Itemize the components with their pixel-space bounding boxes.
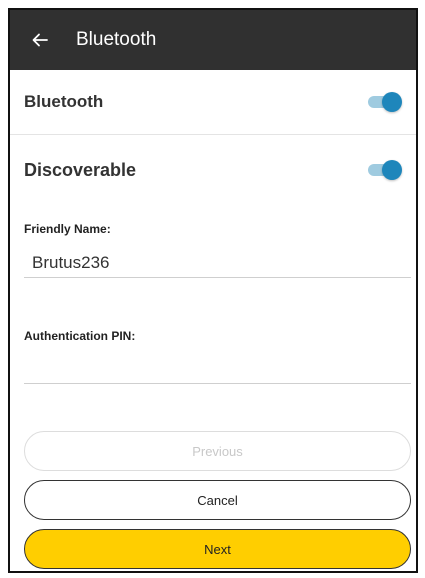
friendly-name-label: Friendly Name: bbox=[24, 222, 111, 236]
authentication-pin-label: Authentication PIN: bbox=[24, 329, 136, 343]
discoverable-toggle[interactable] bbox=[366, 160, 402, 180]
bluetooth-toggle-thumb bbox=[382, 91, 402, 112]
app-bar: Bluetooth bbox=[10, 10, 416, 70]
bluetooth-toggle[interactable] bbox=[366, 91, 402, 112]
authentication-pin-input[interactable] bbox=[24, 354, 411, 384]
bluetooth-setting-row[interactable]: Bluetooth bbox=[10, 70, 416, 133]
next-button-label: Next bbox=[204, 541, 231, 557]
page-title: Bluetooth bbox=[76, 29, 157, 50]
cancel-button-label: Cancel bbox=[197, 492, 238, 508]
bluetooth-label: Bluetooth bbox=[24, 91, 104, 111]
discoverable-toggle-thumb bbox=[382, 160, 402, 180]
back-button[interactable] bbox=[28, 28, 52, 52]
discoverable-setting-row[interactable]: Discoverable bbox=[10, 142, 416, 198]
cancel-button[interactable]: Cancel bbox=[24, 480, 411, 520]
previous-button[interactable]: Previous bbox=[24, 431, 411, 471]
friendly-name-input[interactable] bbox=[24, 248, 411, 278]
device-screen: Bluetooth Bluetooth Discoverable Friendl… bbox=[8, 8, 418, 573]
previous-button-label: Previous bbox=[192, 443, 243, 459]
discoverable-label: Discoverable bbox=[24, 159, 137, 180]
arrow-left-icon bbox=[32, 33, 48, 47]
next-button[interactable]: Next bbox=[24, 529, 411, 569]
divider bbox=[10, 134, 416, 135]
